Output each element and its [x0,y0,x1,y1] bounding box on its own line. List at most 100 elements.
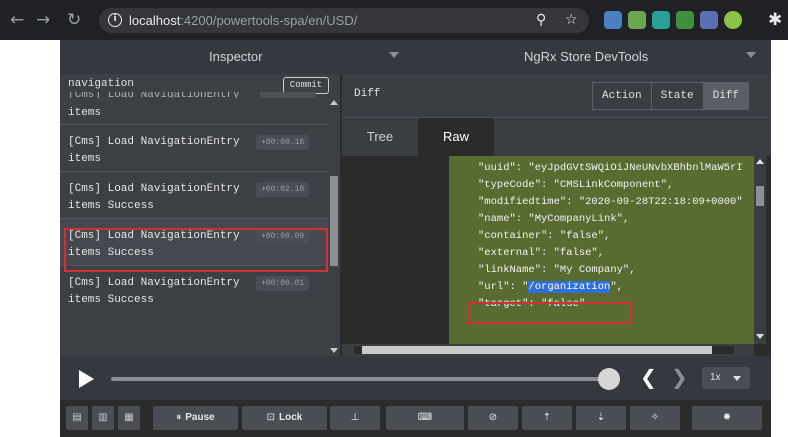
extension-icon[interactable] [604,11,622,29]
code-line: "container": "false", [478,230,611,242]
scroll-down-icon[interactable] [330,348,338,353]
layout-grid-icon[interactable]: ▦ [118,406,140,430]
pause-button[interactable]: ⏸ Pause [153,406,238,430]
action-time-badge: +00:02.18 [256,182,310,197]
action-time-badge: +00:00.01 [256,276,310,291]
scrollbar-thumb[interactable] [756,186,764,206]
slider-knob[interactable] [598,368,620,390]
scrollbar-thumb[interactable] [330,176,338,266]
clipped-time-badge [260,92,316,98]
address-text[interactable]: localhost:4200/powertools-spa/en/USD/ [129,13,357,28]
pin-icon: ⊥ [350,412,360,423]
settings-button[interactable]: ✹ [692,406,762,430]
extensions-puzzle-icon[interactable]: ✱ [768,10,782,30]
inspector-title[interactable]: Inspector [209,49,262,64]
address-bar[interactable]: i localhost:4200/powertools-spa/en/USD/ … [99,8,589,33]
time-travel-slider: ❮ ❯ 1x [60,356,771,400]
tab-state[interactable]: State [650,83,703,109]
subtab-tree[interactable]: Tree [342,118,418,156]
zoom-icon[interactable]: ⚲ [536,12,546,28]
remote-button[interactable]: ✧ [630,406,680,430]
diff-toolbar: Diff Action State Diff [342,74,771,118]
upload-icon: ⇡ [542,412,552,423]
url-suffix: ", [610,281,623,293]
step-forward-icon[interactable]: ❯ [671,366,688,388]
action-item[interactable]: [Cms] Load NavigationEntry items +00:00.… [60,124,328,171]
action-name: [Cms] Load NavigationEntry items [68,136,240,165]
devtools-header: Inspector NgRx Store DevTools [60,40,771,74]
selected-url-value[interactable]: /organization [528,281,611,293]
extension-icon[interactable] [724,11,742,29]
scroll-down-icon[interactable] [756,334,764,339]
persist-button[interactable]: ⊥ [330,406,380,430]
play-icon[interactable] [79,370,94,388]
forward-arrow-icon[interactable]: → [36,10,50,30]
page-right-area [771,40,788,437]
pause-label: Pause [185,412,215,423]
site-info-icon[interactable]: i [108,13,122,27]
subtab-raw[interactable]: Raw [418,118,494,156]
action-list-scrollbar[interactable] [328,96,340,356]
bookmark-star-icon[interactable]: ☆ [565,12,578,28]
code-line: "uuid": "eyJpdGVtSWQiOiJNeUNvbXBhbnlMaW5… [478,162,743,174]
page-left-area [0,40,60,437]
filter-input[interactable]: navigation [68,78,134,90]
url-code-line: "url": "/organization", [478,281,623,293]
browser-toolbar: ← → ↻ i localhost:4200/powertools-spa/en… [0,0,788,40]
bottom-toolbar: ▤ ▥ ▦ ⏸ Pause ⊡ Lock ⊥ ⌨ ⊘ ⇡ ⇣ ✧ ✹ [60,400,771,437]
dispatcher-button[interactable]: ⌨ [386,406,464,430]
store-devtools-title[interactable]: NgRx Store DevTools [524,49,648,64]
slider-track[interactable] [111,377,611,381]
layout-left-icon[interactable]: ▤ [66,406,88,430]
highlight-box [64,228,328,272]
extension-icon[interactable] [628,11,646,29]
code-line: "linkName": "My Company", [478,264,636,276]
code-line: "typeCode": "CMSLinkComponent", [478,179,674,191]
tab-diff[interactable]: Diff [702,83,749,109]
code-vertical-scrollbar[interactable] [754,156,766,344]
pause-icon: ⏸ [176,412,182,423]
diff-pane: Diff Action State Diff Tree Raw "uuid": … [342,74,771,356]
speed-value: 1x [710,372,721,383]
layout-bottom-icon[interactable]: ▥ [92,406,114,430]
stopwatch-icon: ⊘ [488,412,498,423]
extension-icon[interactable] [700,11,718,29]
action-name: [Cms] Load NavigationEntry items Success [68,183,240,212]
chevron-down-icon[interactable] [389,52,399,58]
scroll-up-icon[interactable] [330,100,338,105]
url-key: "url": " [478,281,529,293]
export-button[interactable]: ⇣ [576,406,626,430]
scroll-up-icon[interactable] [756,159,764,164]
code-horizontal-scrollbar[interactable] [342,344,754,356]
extension-icon[interactable] [652,11,670,29]
gear-icon: ✹ [722,412,732,423]
download-icon: ⇣ [596,412,606,423]
url-host: localhost [129,13,181,28]
highlight-box [468,302,632,324]
lock-button[interactable]: ⊡ Lock [242,406,327,430]
import-button[interactable]: ⇡ [522,406,572,430]
step-back-icon[interactable]: ❮ [640,366,657,388]
tab-action[interactable]: Action [593,83,651,109]
scrollbar-thumb[interactable] [362,346,712,354]
keyboard-icon: ⌨ [417,412,433,423]
reload-icon[interactable]: ↻ [67,10,81,30]
broadcast-icon: ✧ [650,412,660,423]
action-item-partial[interactable]: items [68,107,101,119]
chevron-down-icon [733,376,741,381]
code-line: "name": "MyCompanyLink", [478,213,630,225]
code-line: "modifiedtime": "2020-09-28T22:18:09+000… [478,196,743,208]
code-line: "external": "false", [478,247,605,259]
back-arrow-icon[interactable]: ← [10,10,24,30]
speed-select[interactable]: 1x [702,367,750,389]
lock-label: Lock [279,412,303,423]
extension-icon[interactable] [676,11,694,29]
monitor-tabs: Action State Diff [592,82,750,110]
action-item[interactable]: [Cms] Load NavigationEntry items Success… [60,171,328,218]
action-list: navigation Commit [Cms] Load NavigationE… [60,74,340,356]
slider-toggle-button[interactable]: ⊘ [468,406,518,430]
action-item[interactable]: [Cms] Load NavigationEntry items Success… [60,265,328,312]
view-subtabs: Tree Raw [342,118,771,156]
chevron-down-icon[interactable] [746,52,756,58]
lock-icon: ⊡ [266,412,276,423]
